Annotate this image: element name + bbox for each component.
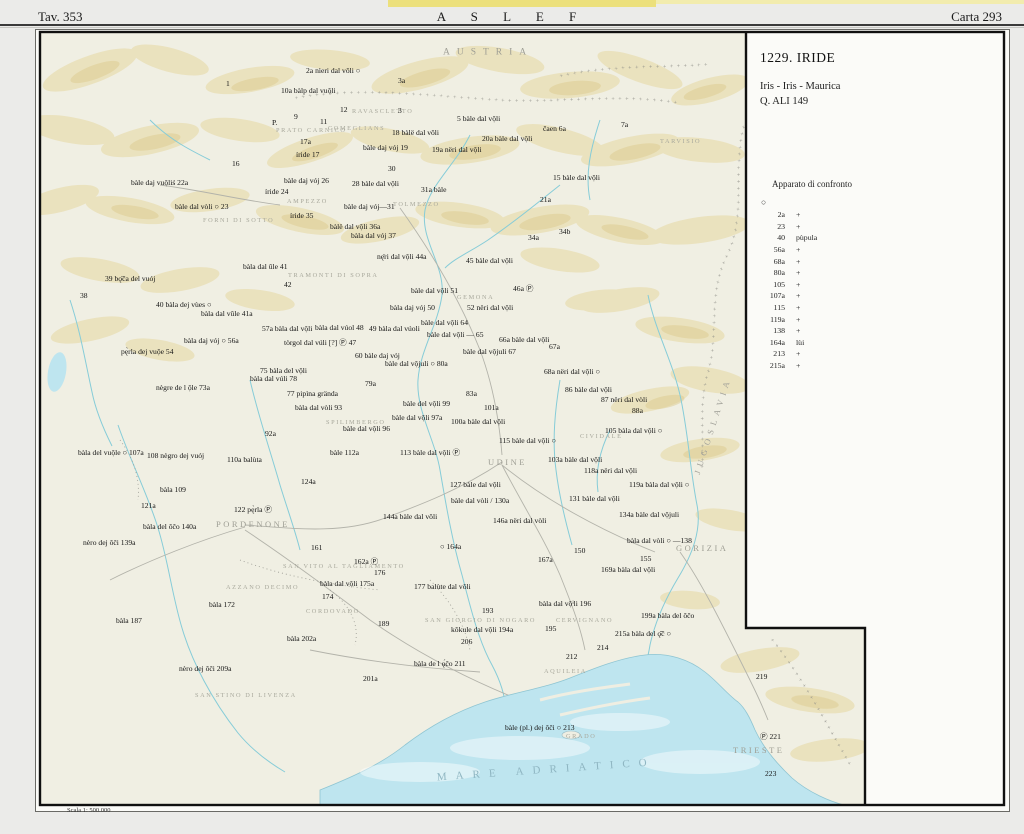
apparato-point-number: 115 [755, 303, 785, 312]
apparato-point-number: 80a [755, 268, 785, 277]
apparato-row: 164a lùi [755, 337, 817, 349]
atlas-title: A S L E F [437, 9, 588, 25]
legend-subtitle: Iris - Iris - Maurica [760, 81, 840, 92]
apparato-point-value: + [796, 280, 800, 289]
map-background: + + + + + + + + + + + + + + + + + + + + … [40, 32, 865, 805]
apparato-point-number: 119a [755, 315, 785, 324]
apparato-heading: Apparato di confronto [772, 179, 852, 189]
apparato-point-value: + [796, 315, 800, 324]
apparato-row: 68a + [755, 255, 817, 267]
apparato-point-number: 40 [755, 233, 785, 242]
apparato-point-number: 164a [755, 338, 785, 347]
apparato-point-value: + [796, 210, 800, 219]
apparato-point-number: 68a [755, 257, 785, 266]
apparato-row: 23 + [755, 221, 817, 233]
legend-questionnaire-ref: Q. ALI 149 [760, 96, 808, 107]
scan-artifact-strip [388, 0, 656, 7]
apparato-row: 80a + [755, 267, 817, 279]
apparato-point-value: + [796, 245, 800, 254]
header-rule [0, 24, 1024, 26]
apparato-row: 138 + [755, 325, 817, 337]
apparato-row: 105 + [755, 279, 817, 291]
circle-symbol-icon: ○ [761, 197, 766, 207]
apparato-point-value: + [796, 257, 800, 266]
apparato-point-number: 213 [755, 349, 785, 358]
apparato-row: 2a + [755, 209, 817, 221]
apparato-row: 115 + [755, 302, 817, 314]
apparato-point-value: + [796, 268, 800, 277]
apparato-row: 119a + [755, 313, 817, 325]
apparato-row: 56a + [755, 244, 817, 256]
apparato-point-number: 138 [755, 326, 785, 335]
apparato-point-number: 107a [755, 291, 785, 300]
apparato-point-value: + [796, 349, 800, 358]
apparato-point-number: 23 [755, 222, 785, 231]
apparato-point-value: pùpula [796, 233, 817, 242]
plate-number: Tav. 353 [38, 9, 82, 25]
header-rule-light [0, 27, 1024, 28]
apparato-point-number: 56a [755, 245, 785, 254]
scan-artifact-strip-2 [656, 0, 1024, 4]
apparato-point-value: + [796, 222, 800, 231]
apparato-row: 213 + [755, 348, 817, 360]
apparato-point-value: + [796, 303, 800, 312]
apparato-point-value: + [796, 326, 800, 335]
apparato-row: 215a + [755, 360, 817, 372]
map-canvas: + + + + + + + + + + + + + + + + + + + + … [40, 32, 865, 805]
apparato-point-value: + [796, 291, 800, 300]
legend-title: 1229. IRIDE [760, 50, 835, 66]
carta-number: Carta 293 [951, 9, 1002, 25]
apparato-row: 107a + [755, 290, 817, 302]
apparato-point-value: lùi [796, 338, 804, 347]
apparato-point-number: 2a [755, 210, 785, 219]
apparato-point-number: 215a [755, 361, 785, 370]
apparato-point-value: + [796, 361, 800, 370]
apparato-point-number: 105 [755, 280, 785, 289]
apparato-row: 40 pùpula [755, 232, 817, 244]
map-scale: Scala 1: 500.000 [67, 807, 111, 814]
apparato-list: 2a +23 +40 pùpula 56a +68a +80a +105 +107a +115 +1… [755, 209, 817, 371]
